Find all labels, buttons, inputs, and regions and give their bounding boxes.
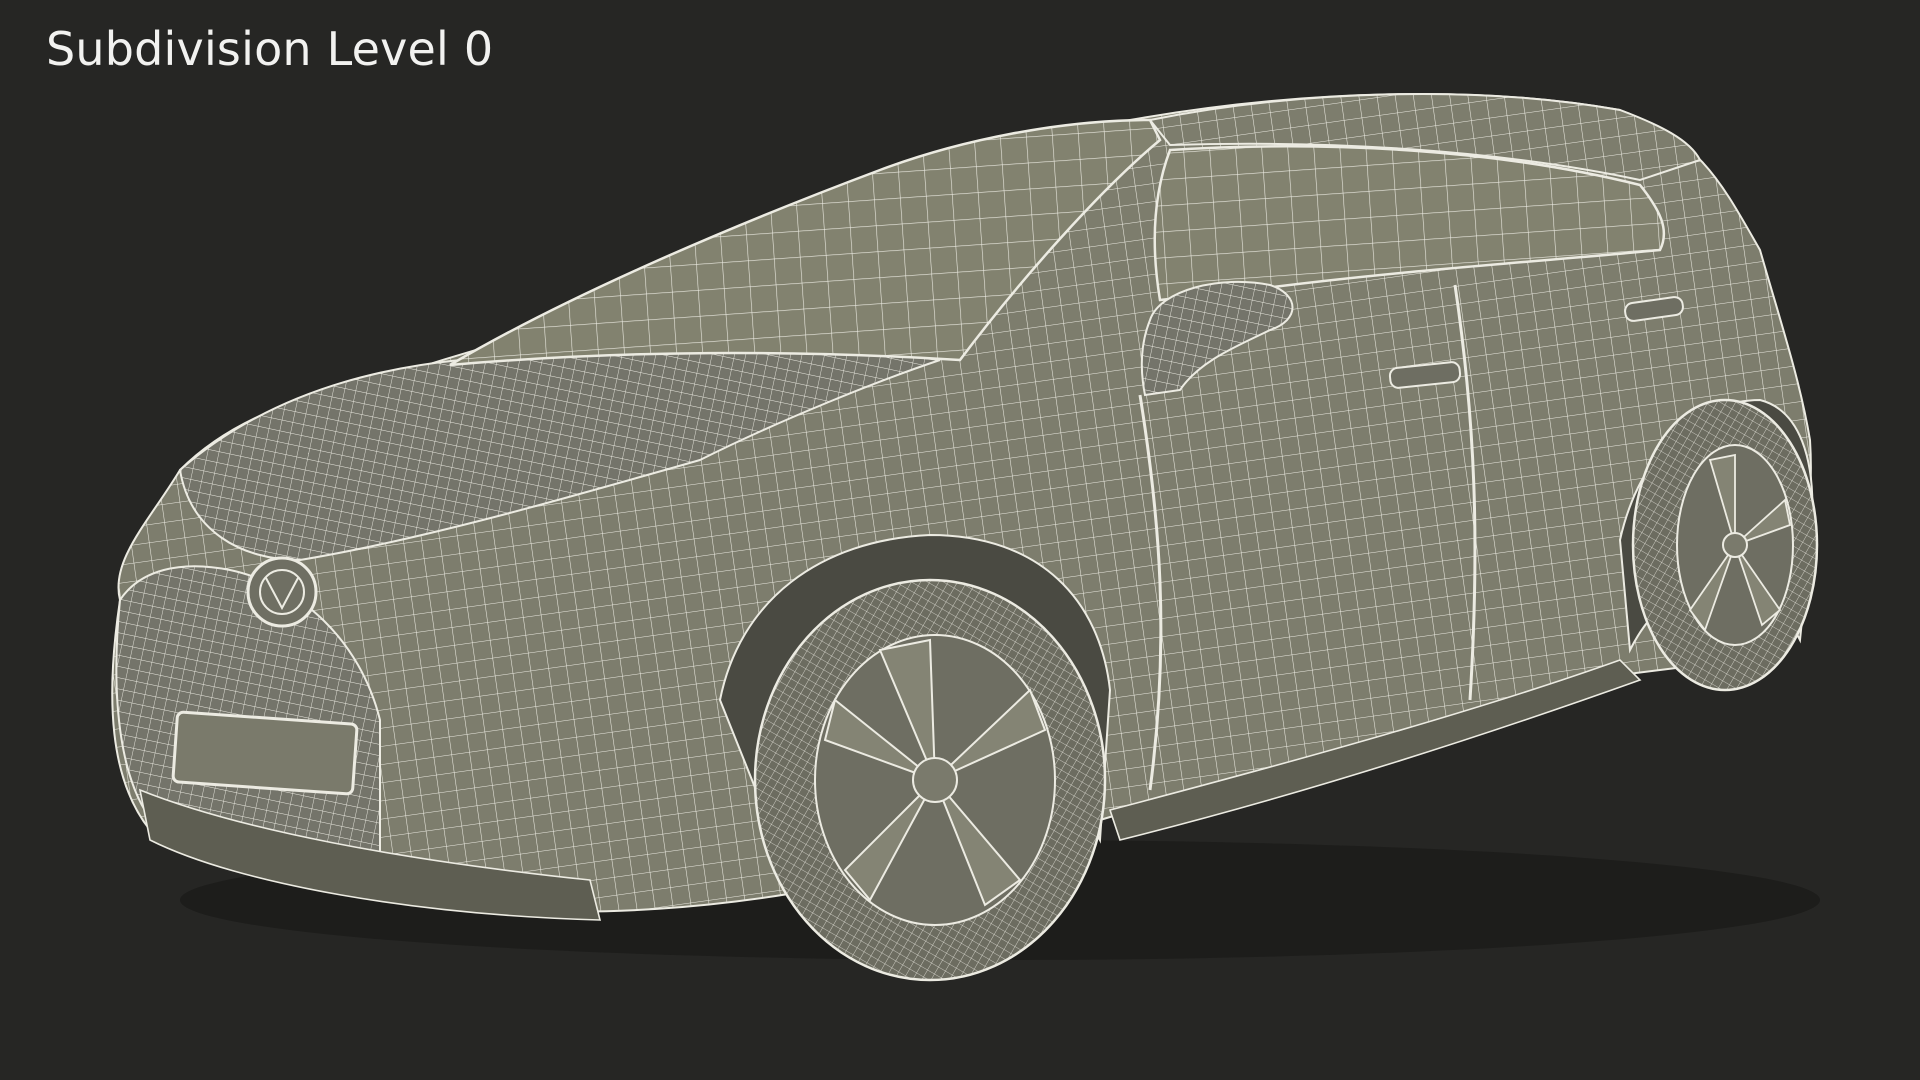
car-wireframe-render [111, 92, 1820, 982]
rear-wheel [1631, 398, 1819, 692]
license-plate [171, 710, 359, 796]
render-viewport: Subdivision Level 0 [0, 0, 1920, 1080]
front-wheel [753, 578, 1107, 982]
brand-emblem [246, 556, 318, 628]
